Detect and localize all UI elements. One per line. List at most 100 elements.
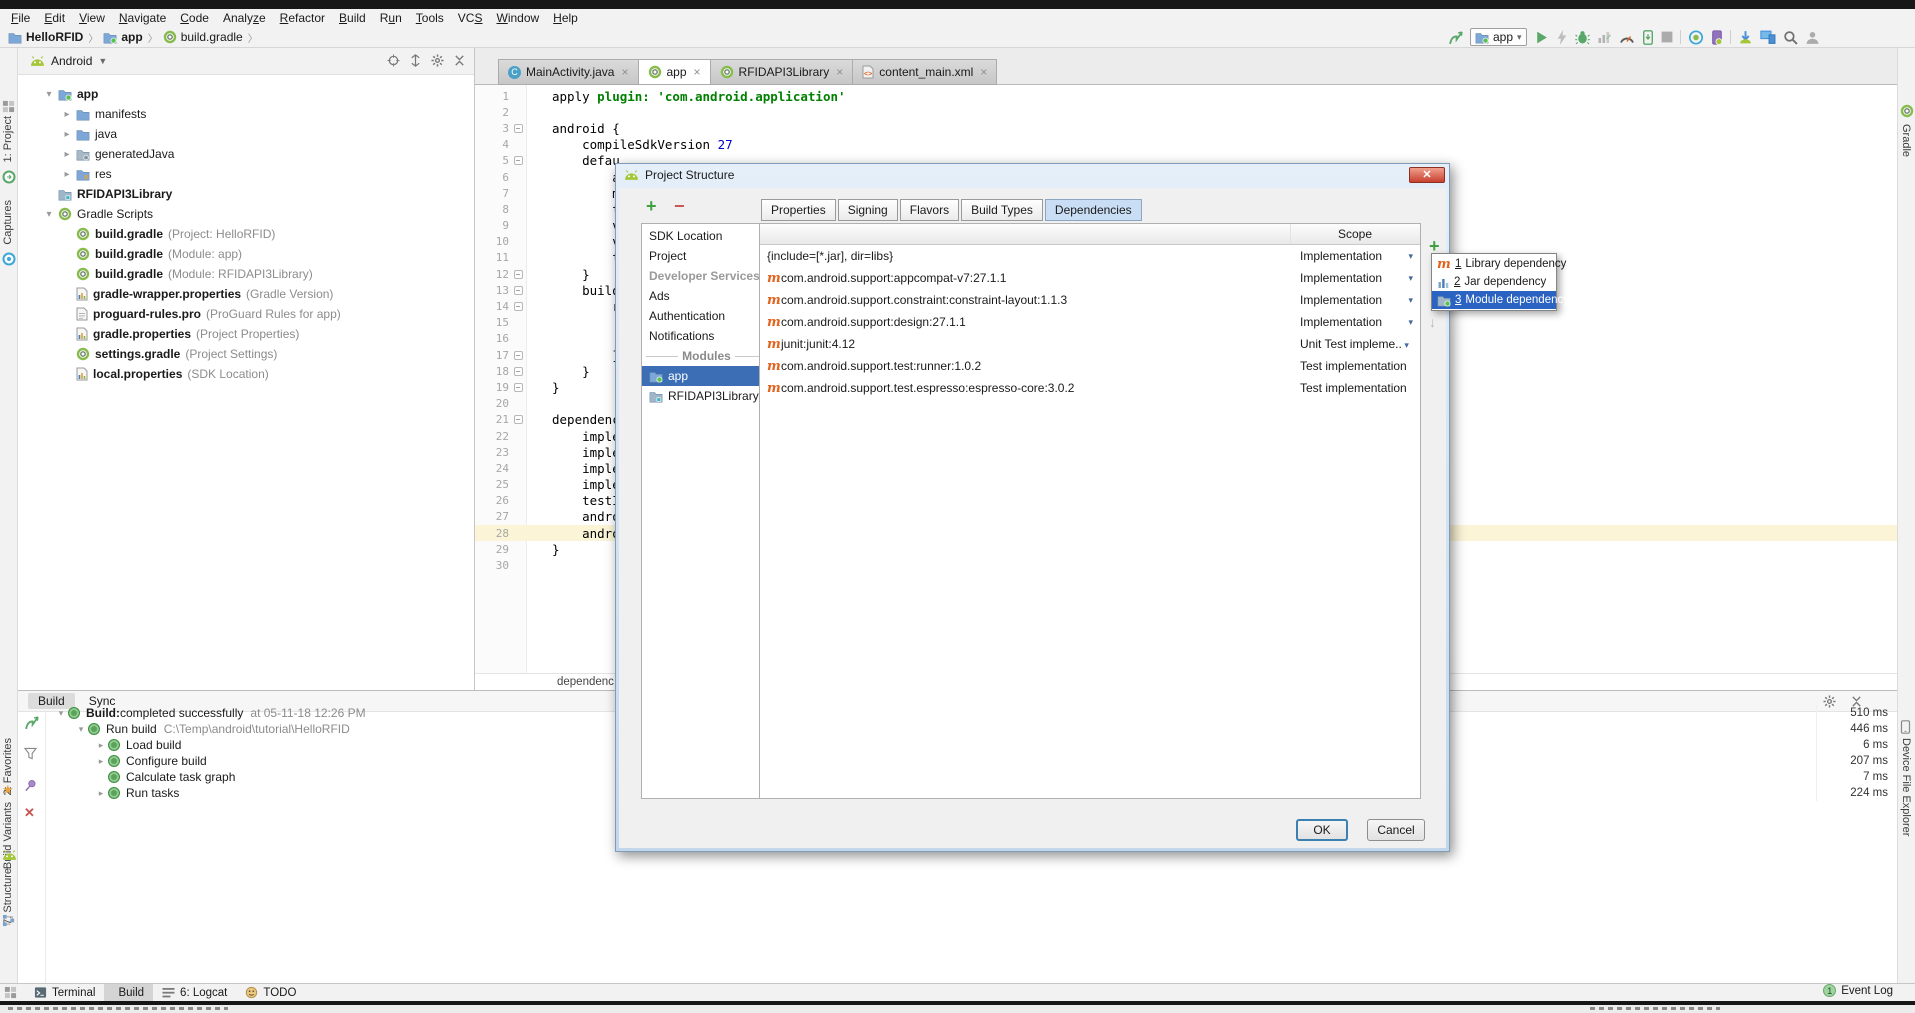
chevron-down-icon[interactable]: ▾ [1408, 273, 1413, 284]
menu-vcs[interactable]: VCS [451, 9, 490, 27]
tree-item-app[interactable]: ▾app [18, 84, 474, 104]
code-line-1[interactable]: 1apply plugin: 'com.android.application' [475, 88, 1897, 104]
attach-debugger-arrow-icon[interactable] [1448, 28, 1463, 46]
project-view-selector[interactable]: Android [51, 54, 92, 68]
chevron-down-icon[interactable]: ▾ [54, 708, 68, 719]
stripe-tab-captures[interactable]: Captures [2, 200, 14, 245]
dependency-row-6[interactable]: mcom.android.support.test.espresso:espre… [760, 377, 1420, 399]
menu-tools[interactable]: Tools [409, 9, 451, 27]
run-config-select[interactable]: app▾ [1470, 28, 1527, 46]
close-icon[interactable]: × [694, 65, 701, 79]
fold-marker-icon[interactable]: − [509, 415, 527, 424]
tree-item-rfidapi3library[interactable]: RFIDAPI3Library [18, 184, 474, 204]
menu-run[interactable]: Run [373, 9, 409, 27]
debug-button[interactable] [1575, 28, 1590, 46]
sidebar-item-project[interactable]: Project [642, 246, 771, 266]
star-icon[interactable]: ★ [2, 782, 16, 796]
tree-item-java[interactable]: ▸java [18, 124, 474, 144]
dialog-close-button[interactable]: ✕ [1409, 167, 1445, 183]
code-line-3[interactable]: 3−android { [475, 120, 1897, 136]
project-view-header[interactable]: Android ▼ [18, 48, 474, 75]
tree-item-manifests[interactable]: ▸manifests [18, 104, 474, 124]
locate-icon[interactable] [387, 54, 400, 67]
editor-tab-rfidapi3library[interactable]: RFIDAPI3Library× [710, 59, 854, 85]
pin-icon[interactable] [24, 776, 37, 794]
breadcrumb-item-app[interactable]: app [103, 30, 142, 44]
editor-tab-app[interactable]: app× [638, 59, 711, 85]
dependency-scope[interactable]: Implementation [1300, 293, 1382, 307]
tree-item-build-gradle[interactable]: build.gradle(Module: app) [18, 244, 474, 264]
sdk-manager-button[interactable] [1711, 28, 1723, 46]
editor-tab-mainactivity-java[interactable]: CMainActivity.java× [498, 59, 639, 85]
menu-build[interactable]: Build [332, 9, 373, 27]
dependency-row-0[interactable]: {include=[*.jar], dir=libs}Implementatio… [760, 245, 1420, 267]
apply-changes-button[interactable] [1556, 28, 1568, 46]
profiler-button[interactable] [1619, 28, 1635, 46]
stripe-tab-project[interactable]: 1: Project [2, 116, 14, 162]
chevron-down-icon[interactable]: ▾ [74, 724, 88, 735]
breadcrumb-item-build.gradle[interactable]: build.gradle [163, 30, 243, 44]
chevron-down-icon[interactable]: ▾ [1408, 295, 1413, 306]
close-icon[interactable]: × [980, 65, 987, 79]
remove-module-button[interactable]: − [674, 196, 685, 217]
tool-window-button-build[interactable]: Build [104, 984, 153, 1001]
dependency-row-4[interactable]: mjunit:junit:4.12Unit Test impleme.. ▾ [760, 333, 1420, 355]
code-line-4[interactable]: 4 compileSdkVersion 27 [475, 137, 1897, 153]
resource-manager-icon[interactable] [2, 170, 16, 184]
dialog-tab-dependencies[interactable]: Dependencies [1045, 199, 1142, 221]
dialog-tab-flavors[interactable]: Flavors [900, 199, 959, 221]
structure-icon[interactable] [2, 914, 16, 928]
search-everywhere-button[interactable] [1783, 28, 1798, 46]
dependency-row-2[interactable]: mcom.android.support.constraint:constrai… [760, 289, 1420, 311]
tool-window-button-todo[interactable]: TODO [236, 984, 305, 1001]
chevron-right-icon[interactable]: ▸ [94, 788, 108, 799]
sdk-download-button[interactable] [1738, 28, 1753, 46]
tree-item-local-properties[interactable]: local.properties(SDK Location) [18, 364, 474, 384]
user-avatar[interactable] [1805, 28, 1820, 46]
stop-button[interactable] [1661, 28, 1673, 46]
sidebar-item-app[interactable]: app [642, 366, 771, 386]
dependency-scope[interactable]: Test implementation [1300, 359, 1407, 373]
settings-icon[interactable] [431, 54, 444, 67]
gradle-tool-icon[interactable] [1900, 104, 1914, 118]
chevron-right-icon[interactable]: ▸ [94, 740, 108, 751]
project-tool-icon[interactable] [2, 100, 16, 114]
tree-item-proguard-rules-pro[interactable]: proguard-rules.pro(ProGuard Rules for ap… [18, 304, 474, 324]
stripe-tab-device-file-explorer[interactable]: Device File Explorer [1900, 738, 1912, 836]
tool-window-switcher-icon[interactable] [4, 986, 17, 999]
menu-item-module-dependency[interactable]: 3Module dependency [1432, 291, 1556, 309]
move-down-button[interactable]: ↓ [1429, 314, 1436, 330]
rerun-build-icon[interactable] [24, 713, 39, 731]
chevron-right-icon[interactable]: ▸ [58, 109, 76, 120]
fold-marker-icon[interactable]: − [509, 367, 527, 376]
chevron-down-icon[interactable]: ▾ [1408, 317, 1413, 328]
fold-marker-icon[interactable]: − [509, 286, 527, 295]
tool-window-button-terminal[interactable]: Terminal [25, 984, 104, 1001]
chevron-down-icon[interactable]: ▾ [40, 209, 58, 220]
tree-item-gradle-wrapper-properties[interactable]: gradle-wrapper.properties(Gradle Version… [18, 284, 474, 304]
sidebar-item-authentication[interactable]: Authentication [642, 306, 771, 326]
tree-item-generatedjava[interactable]: ▸generatedJava [18, 144, 474, 164]
dependency-row-5[interactable]: mcom.android.support.test:runner:1.0.2Te… [760, 355, 1420, 377]
close-icon[interactable]: ✕ [24, 804, 35, 822]
dependency-row-3[interactable]: mcom.android.support:design:27.1.1Implem… [760, 311, 1420, 333]
dependency-scope[interactable]: Implementation [1300, 249, 1382, 263]
hide-panel-icon[interactable] [453, 54, 466, 67]
sidebar-item-notifications[interactable]: Notifications [642, 326, 771, 346]
dialog-tab-properties[interactable]: Properties [761, 199, 836, 221]
chevron-right-icon[interactable]: ▸ [58, 149, 76, 160]
fold-marker-icon[interactable]: − [509, 383, 527, 392]
ok-button[interactable]: OK [1296, 819, 1348, 841]
chevron-right-icon[interactable]: ▸ [94, 756, 108, 767]
dependency-row-1[interactable]: mcom.android.support:appcompat-v7:27.1.1… [760, 267, 1420, 289]
menu-analyze[interactable]: Analyze [216, 9, 273, 27]
fold-marker-icon[interactable]: − [509, 124, 527, 133]
chevron-right-icon[interactable]: ▸ [58, 129, 76, 140]
tool-window-button-6--logcat[interactable]: 6: Logcat [153, 984, 236, 1001]
dependency-scope[interactable]: Unit Test impleme.. ▾ [1300, 337, 1409, 351]
dependency-scope[interactable]: Implementation [1300, 271, 1382, 285]
cancel-button[interactable]: Cancel [1367, 819, 1425, 841]
tree-item-settings-gradle[interactable]: settings.gradle(Project Settings) [18, 344, 474, 364]
avd-manager-button[interactable] [1688, 28, 1704, 46]
dialog-title-bar[interactable]: Project Structure [616, 164, 1449, 186]
